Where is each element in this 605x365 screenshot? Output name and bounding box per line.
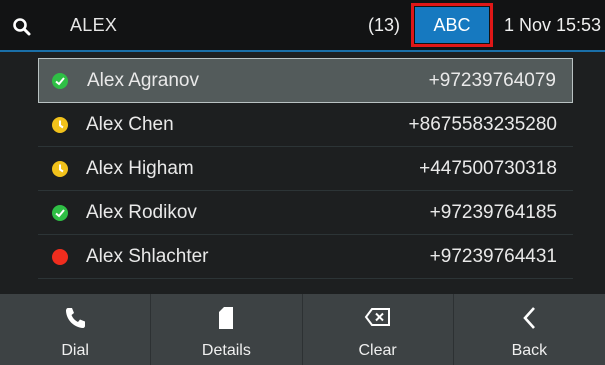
contact-phone: +97239764431 [429,246,557,267]
clear-label: Clear [358,342,397,359]
document-icon [219,307,234,329]
contact-row[interactable]: Alex Chen +8675583235280 [38,103,573,147]
contact-name: Alex Chen [86,114,174,135]
contact-phone: +97239764185 [429,202,557,223]
result-count: (13) [368,15,401,35]
details-label: Details [201,342,251,359]
header-bar: ALEX (13) ABC 1 Nov 15:53 [0,0,605,52]
contact-row[interactable]: Alex Higham +447500730318 [38,147,573,191]
contact-row[interactable]: Alex Rodikov +97239764185 [38,191,573,235]
contact-phone: +447500730318 [419,158,557,179]
search-input[interactable]: ALEX [70,15,117,36]
contact-phone: +97239764079 [428,70,556,91]
date-time: 1 Nov 15:53 [504,15,602,35]
contact-phone: +8675583235280 [408,114,557,135]
contact-row[interactable]: Alex Shlachter +97239764431 [38,235,573,279]
status-away-icon [52,161,68,177]
clear-button[interactable]: Clear [303,294,454,365]
contact-name: Alex Agranov [87,70,199,91]
status-busy-icon [52,249,68,265]
dial-label: Dial [61,342,89,359]
search-icon[interactable] [11,16,33,38]
softkey-bar: Dial Details Clear Back [0,294,605,365]
chevron-left-icon [523,307,536,329]
status-available-icon [52,205,68,221]
contact-name: Alex Rodikov [86,202,197,223]
input-mode-button[interactable]: ABC [415,7,489,43]
back-button[interactable]: Back [454,294,605,365]
details-button[interactable]: Details [151,294,303,365]
back-label: Back [511,342,548,359]
contact-list: Alex Agranov +97239764079 Alex Chen +867… [38,58,573,279]
status-available-icon [52,73,68,89]
dial-button[interactable]: Dial [0,294,152,365]
contact-row[interactable]: Alex Agranov +97239764079 [38,58,573,103]
contact-name: Alex Shlachter [86,246,209,267]
backspace-icon [364,308,390,326]
status-away-icon [52,117,68,133]
contact-name: Alex Higham [86,158,194,179]
phone-icon [66,308,86,328]
